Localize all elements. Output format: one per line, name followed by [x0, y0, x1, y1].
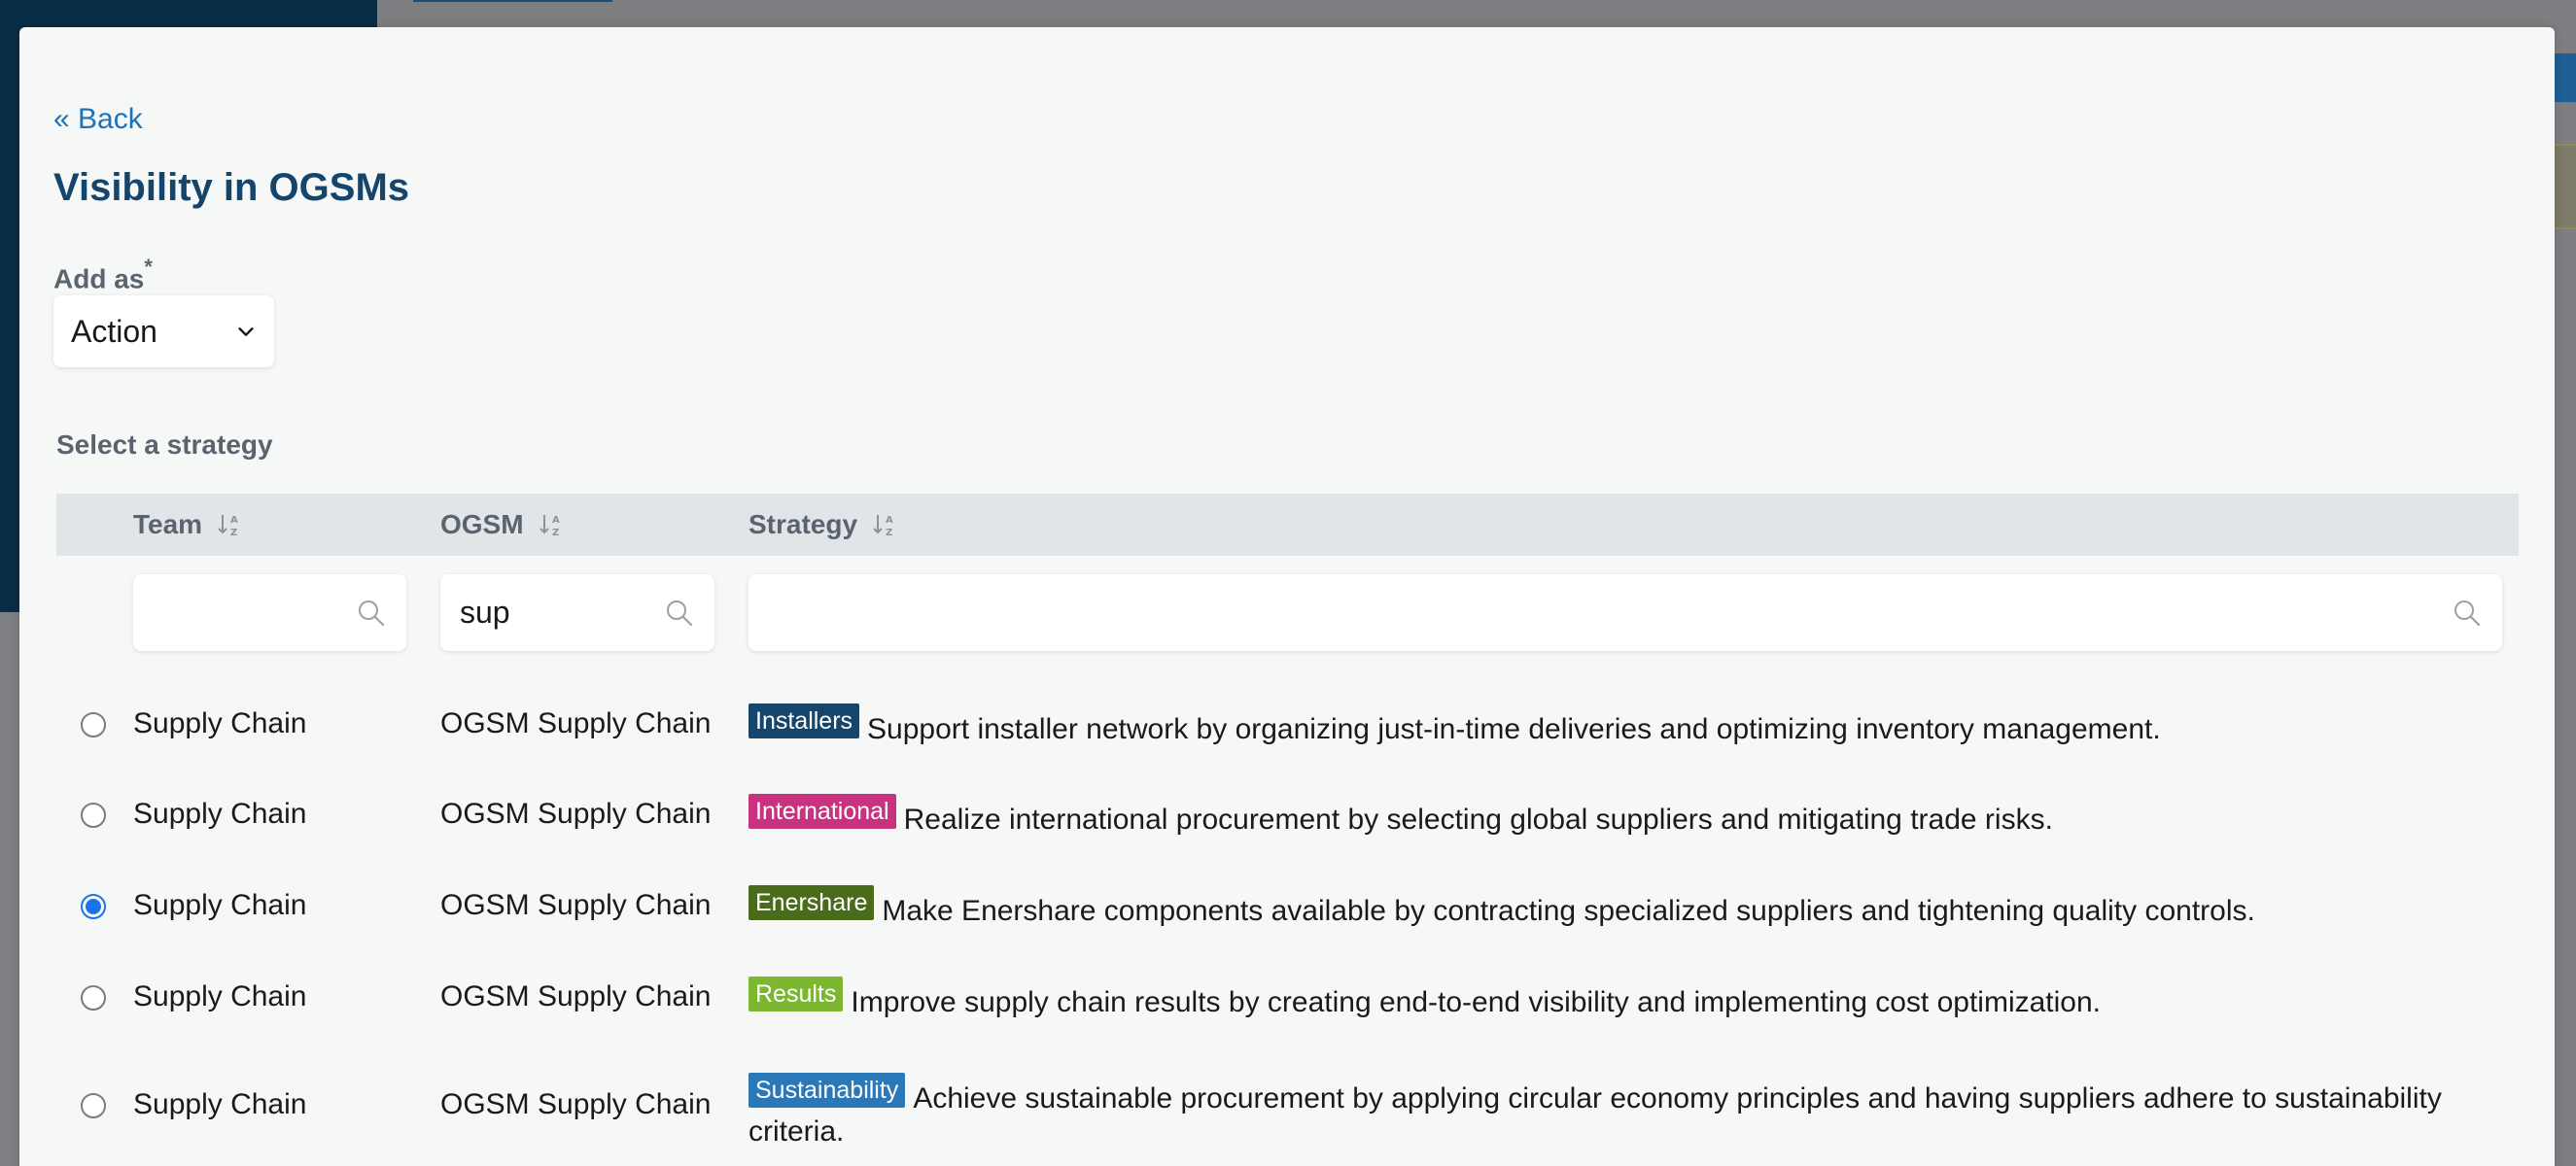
required-mark: *: [144, 255, 153, 279]
strategy-cell: Sustainability Achieve sustainable procur…: [748, 1073, 2498, 1149]
sort-icon[interactable]: AZ: [871, 511, 898, 538]
strategy-cell: International Realize international procu…: [748, 794, 2498, 837]
search-icon: [359, 600, 385, 626]
add-as-select[interactable]: Action: [53, 295, 274, 367]
ogsm-cell: OGSM Supply Chain: [440, 798, 712, 830]
strategy-radio[interactable]: [81, 803, 106, 828]
strategy-cell: Enershare Make Enershare components avail…: [748, 885, 2498, 928]
add-as-label-text: Add as: [53, 263, 145, 294]
svg-text:A: A: [552, 515, 560, 526]
strategy-radio[interactable]: [81, 712, 106, 737]
strategy-tag: Installers: [748, 703, 860, 738]
ogsm-cell: OGSM Supply Chain: [440, 889, 712, 921]
svg-text:Z: Z: [552, 528, 559, 538]
ogsm-cell: OGSM Supply Chain: [440, 707, 712, 739]
modal-title: Visibility in OGSMs: [53, 166, 410, 209]
strategy-text: Support installer network by organizing …: [867, 713, 2161, 745]
chevron-down-icon: [238, 327, 254, 336]
team-filter-input[interactable]: [153, 595, 356, 631]
team-cell: Supply Chain: [133, 889, 307, 921]
strategy-text: Make Enershare components available by c…: [882, 895, 2255, 927]
sort-icon[interactable]: AZ: [216, 511, 243, 538]
team-cell: Supply Chain: [133, 1088, 307, 1120]
column-header-team-label: Team: [133, 509, 203, 539]
column-header-strategy-label: Strategy: [748, 509, 858, 539]
strategy-radio[interactable]: [81, 985, 106, 1011]
team-filter[interactable]: [133, 574, 406, 651]
svg-text:A: A: [886, 515, 893, 526]
table-header: Team AZ OGSM AZ Strategy AZ: [56, 494, 2519, 556]
add-as-label: Add as*: [53, 255, 153, 294]
strategy-radio[interactable]: [81, 1093, 106, 1118]
strategy-tag: Enershare: [748, 885, 875, 920]
team-cell: Supply Chain: [133, 798, 307, 830]
strategy-filter[interactable]: [748, 574, 2502, 651]
team-cell: Supply Chain: [133, 707, 307, 739]
ogsm-filter-input[interactable]: [460, 595, 664, 631]
strategy-filter-input[interactable]: [768, 595, 2452, 631]
strategy-tag: International: [748, 794, 896, 829]
strategy-text: Realize international procurement by sel…: [903, 804, 2053, 836]
column-header-ogsm-label: OGSM: [440, 509, 524, 539]
ogsm-cell: OGSM Supply Chain: [440, 1088, 712, 1120]
column-header-team[interactable]: Team AZ: [133, 494, 243, 556]
sort-icon[interactable]: AZ: [538, 511, 565, 538]
strategy-cell: Installers Support installer network by o…: [748, 703, 2498, 746]
strategy-tag: Sustainability: [748, 1073, 906, 1108]
search-icon: [667, 600, 693, 626]
visibility-modal: « Back Visibility in OGSMs Add as* Actio…: [19, 27, 2555, 1166]
svg-text:Z: Z: [886, 528, 892, 538]
strategy-tag: Results: [748, 977, 844, 1012]
strategy-radio[interactable]: [81, 894, 106, 919]
ogsm-filter[interactable]: [440, 574, 714, 651]
add-as-select-value: Action: [71, 313, 157, 349]
back-link[interactable]: « Back: [53, 103, 143, 136]
strategy-text: Achieve sustainable procurement by apply…: [748, 1082, 2442, 1148]
column-header-strategy[interactable]: Strategy AZ: [748, 494, 898, 556]
column-header-ogsm[interactable]: OGSM AZ: [440, 494, 565, 556]
svg-text:A: A: [230, 515, 238, 526]
team-cell: Supply Chain: [133, 980, 307, 1012]
ogsm-cell: OGSM Supply Chain: [440, 980, 712, 1012]
background-top-button: [413, 0, 612, 2]
svg-text:Z: Z: [230, 528, 237, 538]
select-strategy-label: Select a strategy: [56, 429, 273, 460]
strategy-text: Improve supply chain results by creating…: [851, 986, 2101, 1018]
strategy-cell: Results Improve supply chain results by c…: [748, 977, 2498, 1019]
search-icon: [2454, 600, 2481, 626]
